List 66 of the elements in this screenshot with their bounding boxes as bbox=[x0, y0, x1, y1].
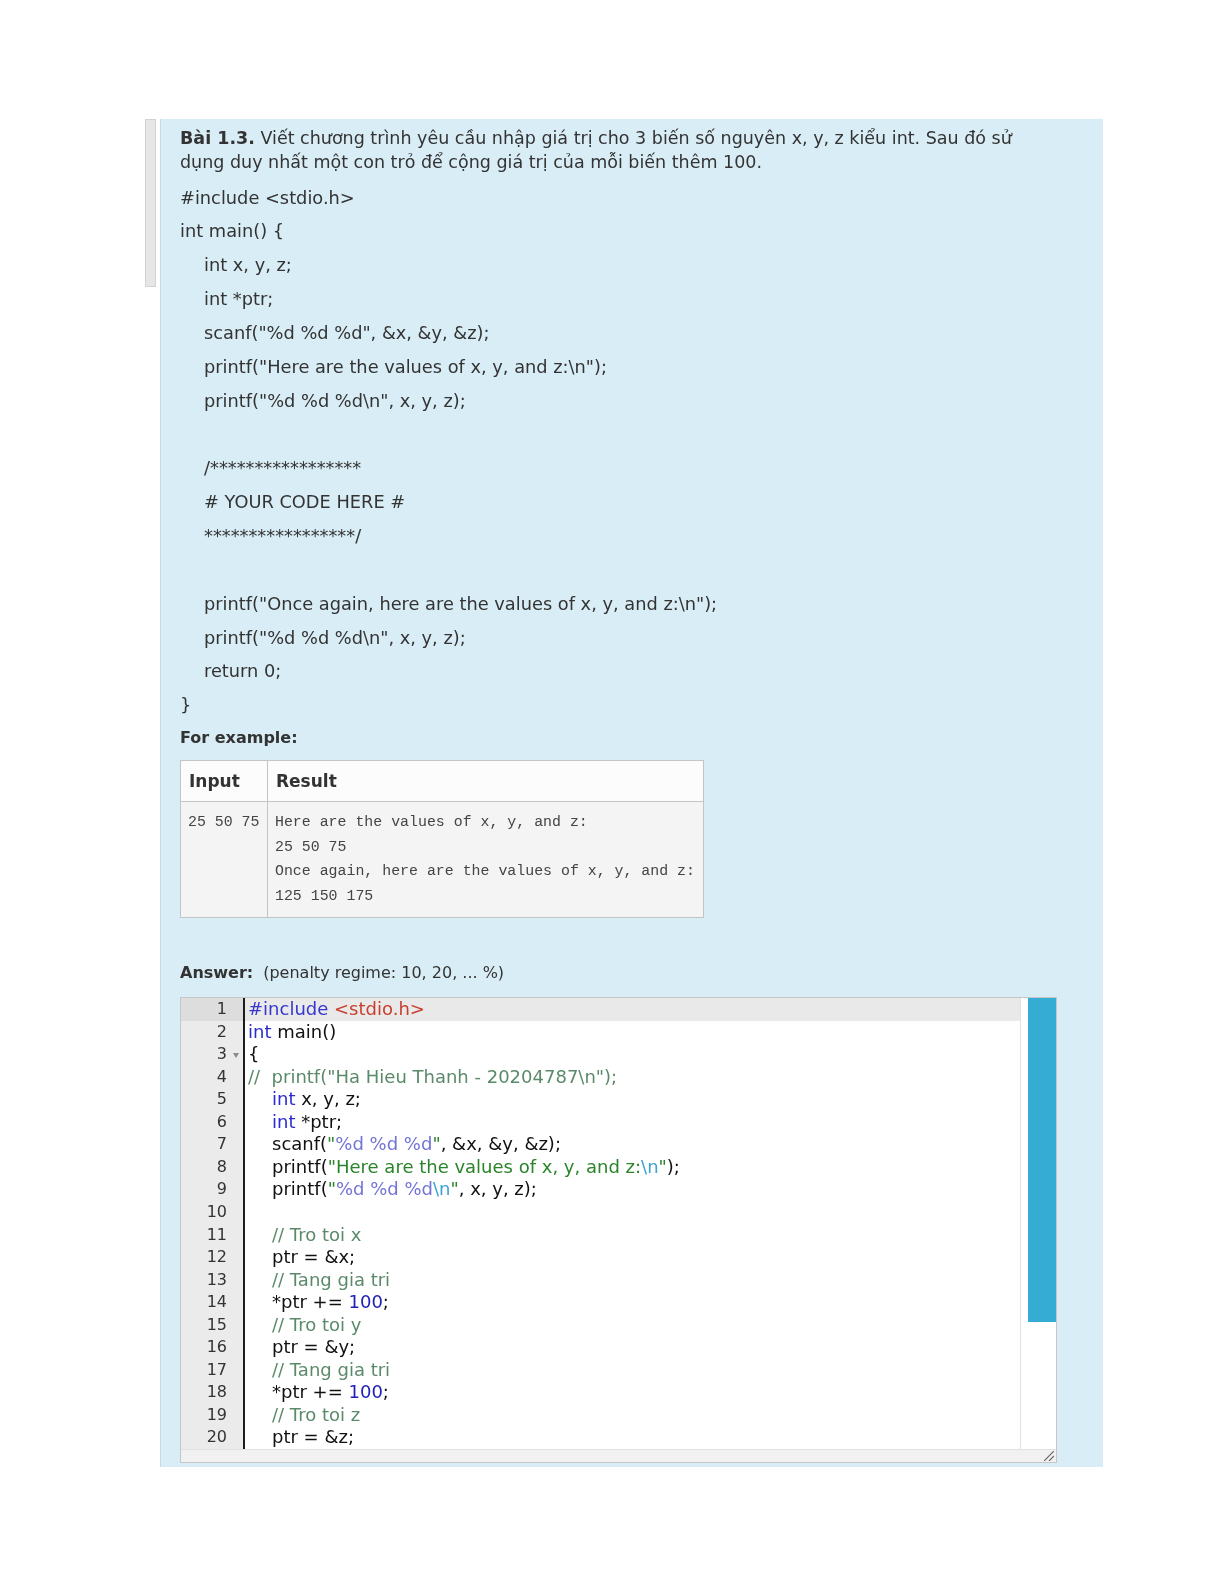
scrollbar-thumb[interactable] bbox=[1028, 998, 1056, 1323]
sample-code-line: int *ptr; bbox=[204, 287, 274, 312]
line-number: 14 bbox=[206, 1292, 227, 1312]
line-number: 6 bbox=[216, 1111, 227, 1131]
code-line: *ptr += 100; bbox=[272, 1381, 389, 1403]
problem-statement: Bài 1.3. Viết chương trình yêu cầu nhập giá trị cho 3 biến số nguyên x, y, z kiểu int. Sau đó sử dụng duy nhất một con trỏ để cộng giá trị của mỗi biến thêm 100. bbox=[180, 127, 1014, 175]
sample-code-line: return 0; bbox=[204, 659, 282, 684]
code-line: // printf("Ha Hieu Thanh - 20204787\n"); bbox=[248, 1065, 618, 1087]
sample-code-line: /***************** bbox=[204, 456, 362, 481]
code-line: int x, y, z; bbox=[272, 1088, 361, 1110]
sample-code-line: } bbox=[180, 693, 192, 718]
code-line: scanf("%d %d %d", &x, &y, &z); bbox=[272, 1133, 561, 1155]
column-header: Input bbox=[180, 760, 268, 802]
line-number: 20 bbox=[206, 1427, 227, 1447]
code-line: *ptr += 100; bbox=[272, 1291, 389, 1313]
sample-code-line: int main() { bbox=[180, 219, 285, 244]
code-line: // Tang gia tri bbox=[272, 1268, 391, 1290]
sample-code-line: *****************/ bbox=[204, 524, 362, 549]
line-number: 2 bbox=[216, 1021, 227, 1041]
line-number: 4 bbox=[216, 1066, 227, 1086]
table-cell: Here are the values of x, y, and z: 25 50 75 Once again, here are the values of x, y, and z: 125 150 175 bbox=[267, 801, 704, 918]
code-line: int *ptr; bbox=[272, 1110, 343, 1132]
line-number: 10 bbox=[206, 1202, 227, 1221]
line-number: 11 bbox=[206, 1224, 227, 1244]
line-number: 17 bbox=[206, 1359, 227, 1379]
sample-code-line: scanf("%d %d %d", &x, &y, &z); bbox=[204, 320, 490, 345]
code-line: // Tang gia tri bbox=[272, 1358, 391, 1380]
line-number: 15 bbox=[206, 1314, 227, 1334]
sample-code-line: printf("%d %d %d\n", x, y, z); bbox=[204, 625, 466, 650]
code-editor[interactable] bbox=[180, 997, 1057, 1464]
code-line: int main() bbox=[248, 1020, 337, 1042]
answer-label: Answer: bbox=[180, 962, 254, 985]
penalty-note: (penalty regime: 10, 20, ... %) bbox=[263, 962, 505, 985]
line-number: 9 bbox=[216, 1179, 227, 1199]
line-number: 13 bbox=[206, 1269, 227, 1289]
sample-code-line: printf("Here are the values of x, y, and z:\n"); bbox=[204, 354, 607, 379]
sample-code-line: printf("Once again, here are the values of x, y, and z:\n"); bbox=[204, 591, 718, 616]
scrollbar-track[interactable] bbox=[1020, 998, 1056, 1450]
code-line: printf("Here are the values of x, y, and z:\n"); bbox=[272, 1155, 680, 1177]
line-number: 16 bbox=[206, 1337, 227, 1357]
sample-code-line: printf("%d %d %d\n", x, y, z); bbox=[204, 388, 466, 413]
sample-code-line: # YOUR CODE HERE # bbox=[204, 490, 406, 515]
line-number: 12 bbox=[206, 1247, 227, 1267]
code-line: // Tro toi x bbox=[272, 1223, 362, 1245]
line-number: 7 bbox=[216, 1134, 227, 1154]
resize-grip-icon[interactable] bbox=[1044, 1451, 1054, 1462]
code-line: #include <stdio.h> bbox=[248, 998, 425, 1020]
line-number: 3 bbox=[216, 1044, 227, 1064]
line-number: 18 bbox=[206, 1382, 227, 1402]
line-number: 8 bbox=[216, 1156, 227, 1176]
code-line: ptr = &z; bbox=[272, 1426, 354, 1448]
code-line: // Tro toi z bbox=[272, 1403, 361, 1425]
code-line: { bbox=[248, 1043, 260, 1065]
sample-code-line: #include <stdio.h> bbox=[180, 185, 355, 210]
column-header: Result bbox=[267, 760, 704, 802]
example-heading: For example: bbox=[180, 727, 298, 750]
code-line: // Tro toi y bbox=[272, 1313, 362, 1335]
line-number: 1 bbox=[216, 999, 227, 1019]
line-number: 5 bbox=[216, 1089, 227, 1109]
sample-code-line: int x, y, z; bbox=[204, 253, 292, 278]
code-line: ptr = &x; bbox=[272, 1246, 356, 1268]
line-number: 19 bbox=[206, 1404, 227, 1424]
caret-down-icon[interactable] bbox=[233, 1052, 239, 1059]
code-line: ptr = &y; bbox=[272, 1336, 356, 1358]
table-cell: 25 50 75 bbox=[180, 801, 268, 918]
code-line: printf("%d %d %d\n", x, y, z); bbox=[272, 1178, 537, 1200]
